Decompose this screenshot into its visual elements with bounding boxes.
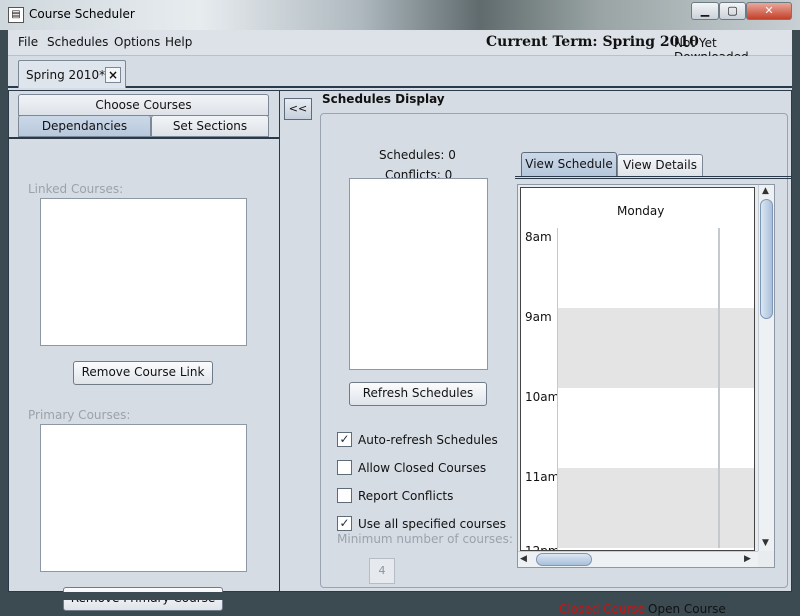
menu-file[interactable]: File (18, 35, 38, 49)
schedules-group: Schedules: 0 Conflicts: 0 Refresh Schedu… (320, 113, 791, 616)
use-all-courses-checkbox[interactable]: ✓ (337, 516, 352, 531)
auto-refresh-checkbox[interactable]: ✓ (337, 432, 352, 447)
schedules-count: Schedules: 0 (379, 148, 456, 162)
scroll-right-icon[interactable]: ▶ (744, 554, 751, 564)
auto-refresh-label: Auto-refresh Schedules (358, 432, 498, 447)
time-slot[interactable] (557, 468, 754, 548)
schedule-results-list[interactable] (349, 178, 488, 370)
schedules-panel: Schedules Display Schedules: 0 Conflicts… (280, 90, 792, 616)
report-conflicts-label: Report Conflicts (358, 488, 454, 503)
report-conflicts-checkbox[interactable] (337, 488, 352, 503)
close-tab-icon[interactable]: × (105, 67, 121, 83)
hour-label: 12pm (525, 544, 560, 551)
primary-courses-list[interactable] (40, 424, 247, 572)
use-all-courses-label: Use all specified courses (358, 516, 506, 531)
refresh-schedules-button[interactable]: Refresh Schedules (349, 382, 487, 406)
linked-courses-label: Linked Courses: (28, 182, 124, 196)
tab-set-sections[interactable]: Set Sections (151, 115, 269, 137)
window-bottom-border (0, 592, 800, 600)
allow-closed-checkbox[interactable] (337, 460, 352, 475)
horizontal-scrollbar[interactable]: ◀ ▶ (518, 551, 758, 567)
maximize-button[interactable]: ▢ (719, 2, 746, 20)
legend-closed-course: Closed Course (559, 602, 646, 616)
window-title: Course Scheduler (29, 7, 135, 21)
slot-divider (718, 228, 720, 308)
file-tab-strip: Spring 2010* × (8, 56, 792, 88)
schedule-grid[interactable]: Monday 8am 9am 10am 11am 12pm (520, 187, 755, 551)
file-tab[interactable]: Spring 2010* × (18, 60, 126, 88)
slot-divider (718, 308, 720, 388)
allow-closed-label: Allow Closed Courses (358, 460, 487, 475)
tab-view-schedule[interactable]: View Schedule (521, 152, 617, 176)
time-slot[interactable] (557, 228, 754, 308)
time-slot[interactable] (557, 308, 754, 388)
linked-courses-list[interactable] (40, 198, 247, 346)
vertical-scrollbar[interactable]: ▲ ▼ (758, 185, 774, 551)
vertical-scroll-thumb[interactable] (760, 199, 773, 319)
remove-course-link-button[interactable]: Remove Course Link (73, 361, 213, 385)
slot-divider (718, 388, 720, 468)
horizontal-scroll-thumb[interactable] (536, 553, 592, 566)
scroll-left-icon[interactable]: ◀ (520, 554, 527, 564)
option-allow-closed[interactable]: Allow Closed Courses (337, 460, 486, 480)
hour-label: 11am (525, 470, 560, 484)
view-tabs-underline (515, 176, 791, 179)
schedule-view: Monday 8am 9am 10am 11am 12pm ▲ ▼ ◀ ▶ (517, 184, 775, 568)
option-report-conflicts[interactable]: Report Conflicts (337, 488, 453, 508)
minimize-button[interactable]: ▁ (691, 2, 719, 20)
app-icon[interactable]: ▤ (8, 7, 24, 23)
left-panel: Choose Courses Dependancies Set Sections… (8, 90, 280, 611)
hour-label: 8am (525, 230, 552, 244)
file-tab-label: Spring 2010* (26, 68, 106, 82)
close-window-button[interactable]: ✕ (746, 2, 792, 20)
menu-options[interactable]: Options (114, 35, 160, 49)
menu-bar: File Schedules Options Help Current Term… (8, 30, 792, 64)
collapse-panel-button[interactable]: << (284, 98, 312, 120)
legend-open-course: Open Course (648, 602, 726, 616)
menu-schedules[interactable]: Schedules (47, 35, 108, 49)
tab-divider (9, 137, 279, 139)
slot-divider (718, 468, 720, 548)
tab-choose-courses[interactable]: Choose Courses (18, 94, 269, 116)
min-courses-field: 4 (369, 558, 395, 584)
current-term-label: Current Term: Spring 2010 (486, 34, 699, 50)
time-slot[interactable] (557, 388, 754, 468)
tab-view-details[interactable]: View Details (617, 154, 703, 176)
hour-label: 9am (525, 310, 552, 324)
scroll-up-icon[interactable]: ▲ (762, 186, 769, 196)
scroll-down-icon[interactable]: ▼ (762, 538, 769, 548)
hour-label: 10am (525, 390, 560, 404)
app-client-area: File Schedules Options Help Current Term… (8, 30, 792, 616)
day-header-monday: Monday (617, 204, 665, 218)
menu-help[interactable]: Help (165, 35, 192, 49)
min-courses-label: Minimum number of courses: (337, 532, 513, 546)
option-auto-refresh[interactable]: ✓ Auto-refresh Schedules (337, 432, 498, 452)
schedules-display-title: Schedules Display (322, 92, 445, 106)
tab-dependancies[interactable]: Dependancies (18, 115, 151, 137)
primary-courses-label: Primary Courses: (28, 408, 131, 422)
